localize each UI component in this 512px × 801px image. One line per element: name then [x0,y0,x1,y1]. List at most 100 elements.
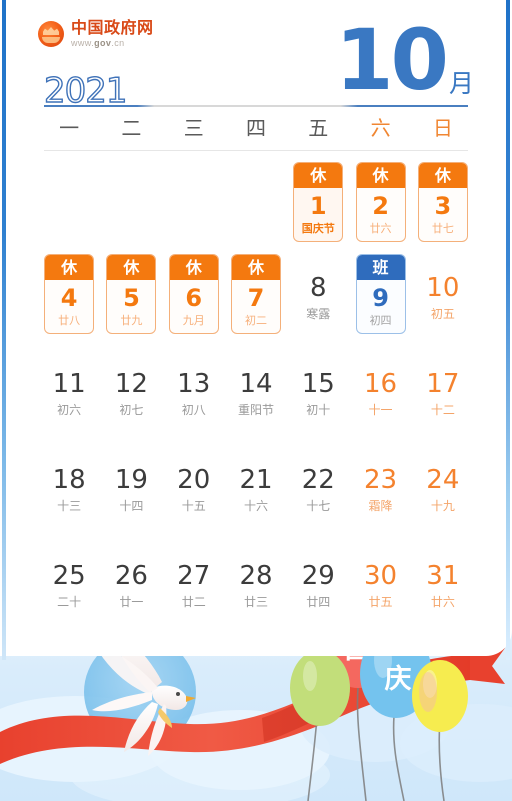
weekday-1: 二 [121,116,142,140]
balloon-yellow [412,660,468,732]
restday-box[interactable]: 休 7 初二 [230,254,281,334]
day-cell-3[interactable]: 休 3 廿七 [412,162,474,248]
header-divider [44,105,468,107]
day-number: 27 [177,560,211,591]
day-number: 24 [426,464,460,495]
day-number: 1 [309,192,327,220]
lunar-label: 廿四 [306,594,331,609]
day-cell-14[interactable]: 14 重阳节 [225,350,287,440]
day-number: 10 [426,272,460,303]
lunar-label: 廿九 [120,314,143,327]
day-cell-22[interactable]: 22 十七 [287,446,349,536]
lunar-label: 初二 [244,314,267,327]
work-badge: 班 [356,255,405,280]
day-number: 12 [114,368,148,399]
day-cell-12[interactable]: 12 初七 [100,350,162,440]
weekday-divider [44,150,468,151]
day-number: 3 [434,192,452,220]
day-cell-9[interactable]: 班 9 初四 [349,254,411,340]
day-number: 9 [372,284,389,312]
lunar-label: 初七 [119,402,144,417]
day-cell-15[interactable]: 15 初十 [287,350,349,440]
day-cell-25[interactable]: 25 二十 [38,542,100,632]
logo-url: www.gov.cn [71,38,125,48]
lunar-label: 廿六 [369,222,392,235]
day-cell-26[interactable]: 26 廿一 [100,542,162,632]
day-cell-31[interactable]: 31 廿六 [412,542,474,632]
lunar-label: 初四 [369,314,392,327]
right-rail [506,0,510,660]
restday-box[interactable]: 休 1 国庆节 [293,162,344,242]
lunar-label: 十六 [243,498,268,513]
lunar-label: 十五 [181,498,206,513]
weekday-5: 六 [370,116,391,140]
day-cell-16[interactable]: 16 十一 [349,350,411,440]
lunar-label: 十七 [306,498,331,513]
year-label: 2021 [43,71,128,111]
lunar-label: 寒露 [306,306,331,321]
day-number: 22 [301,464,335,495]
day-cell-19[interactable]: 19 十四 [100,446,162,536]
rest-badge: 休 [231,255,280,280]
rest-badge: 休 [107,255,156,280]
weekday-4: 五 [308,116,329,140]
lunar-label: 廿五 [368,594,393,609]
day-cell-10[interactable]: 10 初五 [412,254,474,344]
lunar-label: 初六 [57,402,82,417]
day-cell-28[interactable]: 28 廿三 [225,542,287,632]
day-cell-6[interactable]: 休 6 九月 [163,254,225,340]
day-cell-7[interactable]: 休 7 初二 [225,254,287,340]
lunar-label: 重阳节 [237,402,274,417]
day-cell-8[interactable]: 8 寒露 [287,254,349,344]
weekday-3: 四 [245,116,266,140]
day-number: 15 [301,368,335,399]
day-number: 11 [52,368,86,399]
lunar-label: 初五 [430,306,455,321]
lunar-label: 二十 [57,594,82,609]
left-rail [2,0,6,660]
rest-badge: 休 [169,255,218,280]
site-logo[interactable]: 中国政府网 www.gov.cn [38,20,154,48]
day-number: 5 [123,284,140,312]
day-cell-17[interactable]: 17 十二 [412,350,474,440]
day-number: 21 [239,464,273,495]
lunar-label: 廿八 [58,314,81,327]
lunar-label: 十四 [119,498,144,513]
day-cell-21[interactable]: 21 十六 [225,446,287,536]
restday-box[interactable]: 休 2 廿六 [355,162,406,242]
weekday-header: 一二三四五六日 [38,112,474,141]
lunar-label: 国庆节 [301,222,335,235]
day-cell-11[interactable]: 11 初六 [38,350,100,440]
day-cell-27[interactable]: 27 廿二 [163,542,225,632]
day-cell-20[interactable]: 20 十五 [163,446,225,536]
day-number: 7 [247,284,265,312]
rest-badge: 休 [356,163,405,188]
day-number: 28 [239,560,273,591]
restday-box[interactable]: 休 5 廿九 [106,254,157,334]
day-cell-4[interactable]: 休 4 廿八 [38,254,100,340]
day-cell-13[interactable]: 13 初八 [163,350,225,440]
restday-box[interactable]: 休 4 廿八 [44,254,95,334]
logo-title: 中国政府网 [71,18,154,37]
day-number: 23 [364,464,398,495]
day-number: 20 [177,464,211,495]
restday-box[interactable]: 休 3 廿七 [417,162,468,242]
day-cell-empty [100,162,162,248]
day-cell-empty [163,162,225,248]
day-cell-1[interactable]: 休 1 国庆节 [287,162,349,248]
day-cell-empty [225,162,287,248]
day-number: 14 [239,368,273,399]
day-cell-2[interactable]: 休 2 廿六 [349,162,411,248]
lunar-label: 廿一 [119,594,144,609]
day-cell-29[interactable]: 29 廿四 [287,542,349,632]
day-cell-23[interactable]: 23 霜降 [349,446,411,536]
day-cell-24[interactable]: 24 十九 [412,446,474,536]
day-number: 31 [426,560,460,591]
day-cell-30[interactable]: 30 廿五 [349,542,411,632]
day-cell-18[interactable]: 18 十三 [38,446,100,536]
workday-box[interactable]: 班 9 初四 [355,254,406,334]
lunar-label: 十三 [57,498,82,513]
day-cell-5[interactable]: 休 5 廿九 [100,254,162,340]
restday-box[interactable]: 休 6 九月 [168,254,219,334]
lunar-label: 初八 [181,402,206,417]
